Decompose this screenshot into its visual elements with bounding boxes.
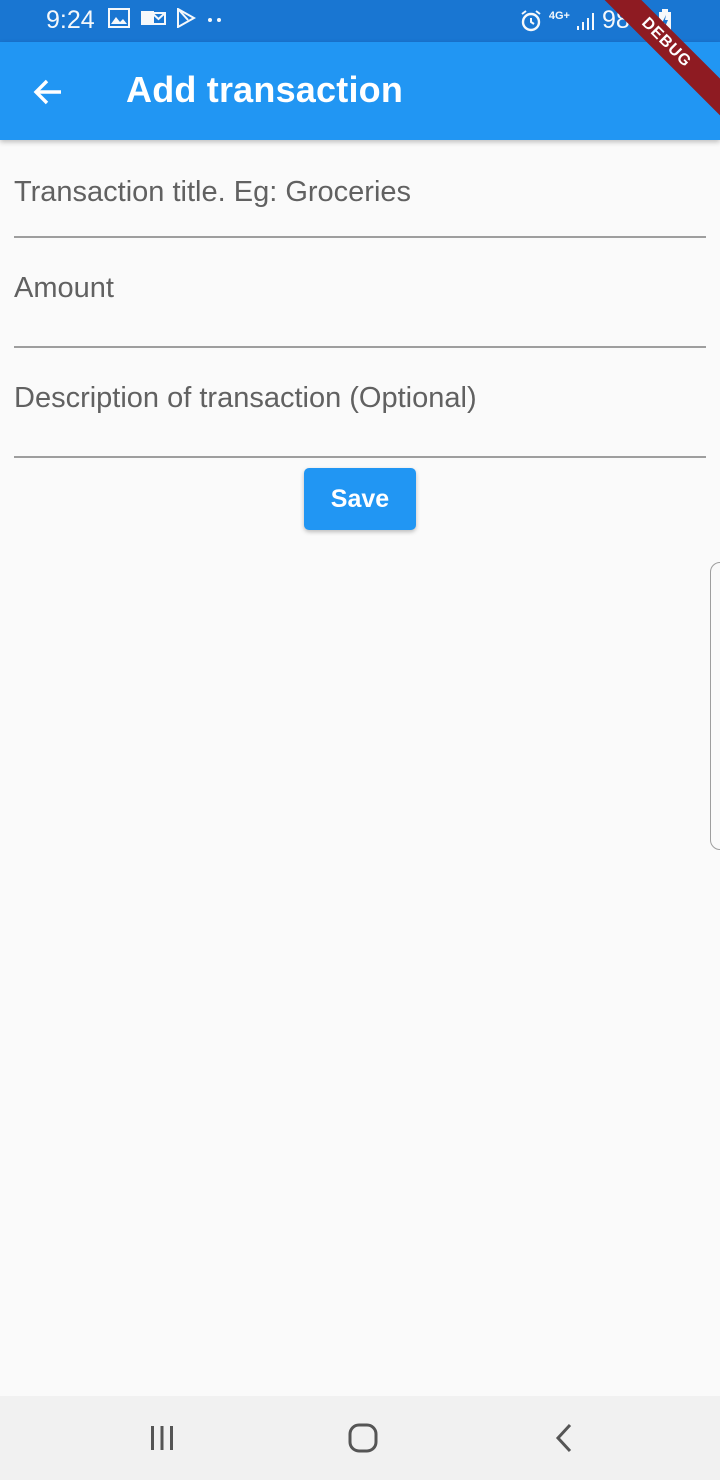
save-button[interactable]: Save [304, 468, 416, 530]
title-field[interactable] [14, 176, 706, 238]
recents-icon [151, 1426, 173, 1450]
amount-field[interactable] [14, 272, 706, 348]
description-input[interactable] [14, 382, 706, 415]
back-button[interactable] [20, 66, 76, 118]
recents-button[interactable] [132, 1416, 192, 1460]
home-icon [348, 1423, 378, 1453]
title-input[interactable] [14, 176, 706, 209]
status-icons-left [108, 8, 224, 28]
play-store-icon [177, 8, 196, 28]
app-bar: Add transaction [0, 42, 720, 140]
more-dots-icon [208, 18, 221, 22]
description-field[interactable] [14, 382, 706, 458]
alarm-icon [521, 9, 541, 31]
image-icon [108, 8, 130, 28]
mail-icon [141, 11, 166, 25]
back-icon [555, 1423, 572, 1453]
home-button[interactable] [333, 1416, 393, 1460]
edge-panel-handle[interactable] [710, 562, 720, 850]
nav-back-button[interactable] [535, 1416, 595, 1460]
arrow-back-icon [33, 79, 61, 105]
status-time: 9:24 [46, 6, 95, 34]
system-nav-bar [0, 1396, 720, 1480]
page-title: Add transaction [126, 69, 404, 110]
amount-input[interactable] [14, 272, 706, 305]
signal-icon [576, 12, 594, 30]
network-4g-icon: 4G+ [548, 9, 570, 22]
